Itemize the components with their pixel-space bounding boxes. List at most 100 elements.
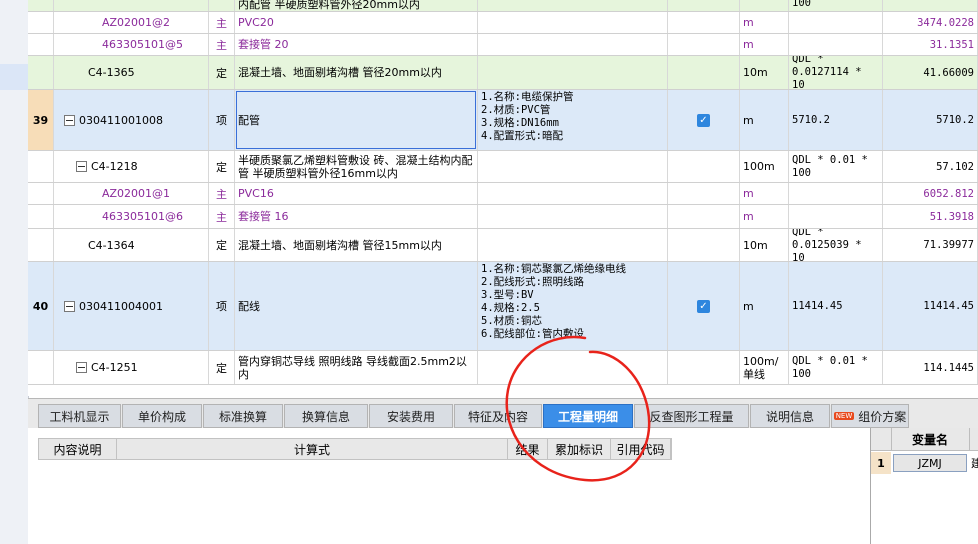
code-cell[interactable]: AZ02001@1	[54, 183, 209, 204]
table-row[interactable]: C4-1364 定混凝土墙、地面剔堵沟槽 管径15mm以内 10m QDL * 0.0…	[28, 229, 978, 262]
code-cell[interactable]: C4-1251	[54, 351, 209, 384]
code-cell[interactable]: C4-1365	[54, 56, 209, 89]
tab-8[interactable]: 说明信息	[750, 404, 830, 428]
quantity-cell[interactable]: 3474.0228	[883, 12, 978, 33]
row-number[interactable]	[28, 34, 54, 55]
quantity-expression-cell[interactable]: 11414.45	[789, 262, 883, 350]
feature-cell[interactable]: 1.名称:电缆保护管 2.材质:PVC管 3.规格:DN16mm 4.配置形式:暗配	[478, 90, 668, 150]
row-number[interactable]	[28, 56, 54, 89]
name-cell[interactable]: 配线	[235, 262, 478, 350]
row-number[interactable]	[28, 12, 54, 33]
feature-cell[interactable]	[478, 0, 668, 11]
feature-cell[interactable]	[478, 151, 668, 182]
quantity-expression-cell[interactable]: 100	[789, 0, 883, 11]
table-row[interactable]: C4-1218 定半硬质聚氯乙烯塑料管敷设 砖、混凝土结构内配管 半硬质塑料管外径…	[28, 151, 978, 183]
name-cell[interactable]: PVC20	[235, 12, 478, 33]
unit-cell[interactable]: 10m	[740, 56, 789, 89]
quantity-cell[interactable]: 11414.45	[883, 262, 978, 350]
unit-cell[interactable]: 100m	[740, 151, 789, 182]
name-cell[interactable]: 内配管 半硬质塑料管外径20mm以内	[235, 0, 478, 11]
quantity-expression-cell[interactable]: QDL * 0.01 * 100	[789, 351, 883, 384]
quantity-expression-cell[interactable]: QDL * 0.0127114 * 10	[789, 56, 883, 89]
quantity-cell[interactable]: 6052.812	[883, 183, 978, 204]
quantity-expression-cell[interactable]	[789, 12, 883, 33]
quantity-cell[interactable]: 31.1351	[883, 34, 978, 55]
name-cell[interactable]: 套接管 20	[235, 34, 478, 55]
row-number[interactable]: 40	[28, 262, 54, 350]
code-cell[interactable]: C4-1218	[54, 151, 209, 182]
quantity-expression-cell[interactable]: QDL * 0.0125039 * 10	[789, 229, 883, 261]
table-row[interactable]: 内配管 半硬质塑料管外径20mm以内 100	[28, 0, 978, 12]
checkbox-checked-icon[interactable]: ✓	[697, 113, 710, 127]
tab-6[interactable]: 工程量明细	[543, 404, 633, 428]
detail-column-header[interactable]: 计算式	[117, 439, 508, 459]
type-cell[interactable]: 项	[209, 90, 235, 150]
quantity-cell[interactable]: 41.66009	[883, 56, 978, 89]
row-number[interactable]	[28, 0, 54, 11]
type-cell[interactable]: 主	[209, 205, 235, 228]
quantity-expression-cell[interactable]: 5710.2	[789, 90, 883, 150]
feature-cell[interactable]	[478, 12, 668, 33]
tab-9[interactable]: NEW 组价方案	[831, 404, 909, 428]
quantity-cell[interactable]: 114.1445	[883, 351, 978, 384]
feature-cell[interactable]	[478, 229, 668, 261]
code-cell[interactable]: 030411004001	[54, 262, 209, 350]
detail-column-header[interactable]: 内容说明	[39, 439, 117, 459]
name-cell[interactable]: 半硬质聚氯乙烯塑料管敷设 砖、混凝土结构内配管 半硬质塑料管外径16mm以内	[235, 151, 478, 182]
unit-cell[interactable]: 10m	[740, 229, 789, 261]
tab-3[interactable]: 换算信息	[284, 404, 368, 428]
quantity-cell[interactable]: 57.102	[883, 151, 978, 182]
row-number[interactable]	[28, 183, 54, 204]
quantity-cell[interactable]: 71.39977	[883, 229, 978, 261]
quantity-expression-cell[interactable]: QDL * 0.01 * 100	[789, 151, 883, 182]
unit-cell[interactable]: m	[740, 183, 789, 204]
tab-5[interactable]: 特征及内容	[454, 404, 542, 428]
name-cell[interactable]: 混凝土墙、地面剔堵沟槽 管径15mm以内	[235, 229, 478, 261]
type-cell[interactable]	[209, 0, 235, 11]
type-cell[interactable]: 项	[209, 262, 235, 350]
type-cell[interactable]: 主	[209, 34, 235, 55]
table-row[interactable]: AZ02001@1 主 PVC16 m 6052.812	[28, 183, 978, 205]
unit-cell[interactable]: m	[740, 90, 789, 150]
feature-cell[interactable]	[478, 351, 668, 384]
tab-1[interactable]: 单价构成	[122, 404, 202, 428]
table-row[interactable]: 40 030411004001 项配线 1.名称:铜芯聚氯乙烯绝缘电线 2.配线形式:照…	[28, 262, 978, 351]
feature-cell[interactable]	[478, 183, 668, 204]
code-cell[interactable]: C4-1364	[54, 229, 209, 261]
quantity-expression-cell[interactable]	[789, 34, 883, 55]
row-number[interactable]	[28, 351, 54, 384]
feature-cell[interactable]	[478, 56, 668, 89]
code-cell[interactable]: 030411001008	[54, 90, 209, 150]
code-cell[interactable]: AZ02001@2	[54, 12, 209, 33]
unit-cell[interactable]: 100m/单线	[740, 351, 789, 384]
row-number[interactable]	[28, 205, 54, 228]
row-number[interactable]	[28, 229, 54, 261]
collapse-icon[interactable]	[76, 362, 87, 373]
type-cell[interactable]: 定	[209, 151, 235, 182]
checkbox-checked-icon[interactable]: ✓	[697, 299, 710, 313]
table-row[interactable]: AZ02001@2 主 PVC20 m 3474.0228	[28, 12, 978, 34]
row-number[interactable]	[28, 151, 54, 182]
code-cell[interactable]: 463305101@5	[54, 34, 209, 55]
code-cell[interactable]	[54, 0, 209, 11]
variable-name-cell[interactable]: JZMJ	[893, 454, 967, 472]
unit-cell[interactable]: m	[740, 262, 789, 350]
type-cell[interactable]: 定	[209, 229, 235, 261]
left-nav-selected[interactable]	[0, 64, 28, 90]
tab-7[interactable]: 反查图形工程量	[634, 404, 749, 428]
unit-cell[interactable]: m	[740, 205, 789, 228]
tab-2[interactable]: 标准换算	[203, 404, 283, 428]
name-cell[interactable]: 混凝土墙、地面剔堵沟槽 管径20mm以内	[235, 56, 478, 89]
quantity-cell[interactable]	[883, 0, 978, 11]
collapse-icon[interactable]	[76, 161, 87, 172]
feature-cell[interactable]	[478, 34, 668, 55]
name-cell[interactable]: 套接管 16	[235, 205, 478, 228]
table-row[interactable]: 463305101@5 主套接管 20 m 31.1351	[28, 34, 978, 56]
tab-0[interactable]: 工料机显示	[38, 404, 121, 428]
row-number[interactable]: 39	[28, 90, 54, 150]
unit-cell[interactable]	[740, 0, 789, 11]
type-cell[interactable]: 主	[209, 12, 235, 33]
code-cell[interactable]: 463305101@6	[54, 205, 209, 228]
table-row[interactable]: C4-1365 定混凝土墙、地面剔堵沟槽 管径20mm以内 10m QDL * 0.0…	[28, 56, 978, 90]
feature-cell[interactable]	[478, 205, 668, 228]
